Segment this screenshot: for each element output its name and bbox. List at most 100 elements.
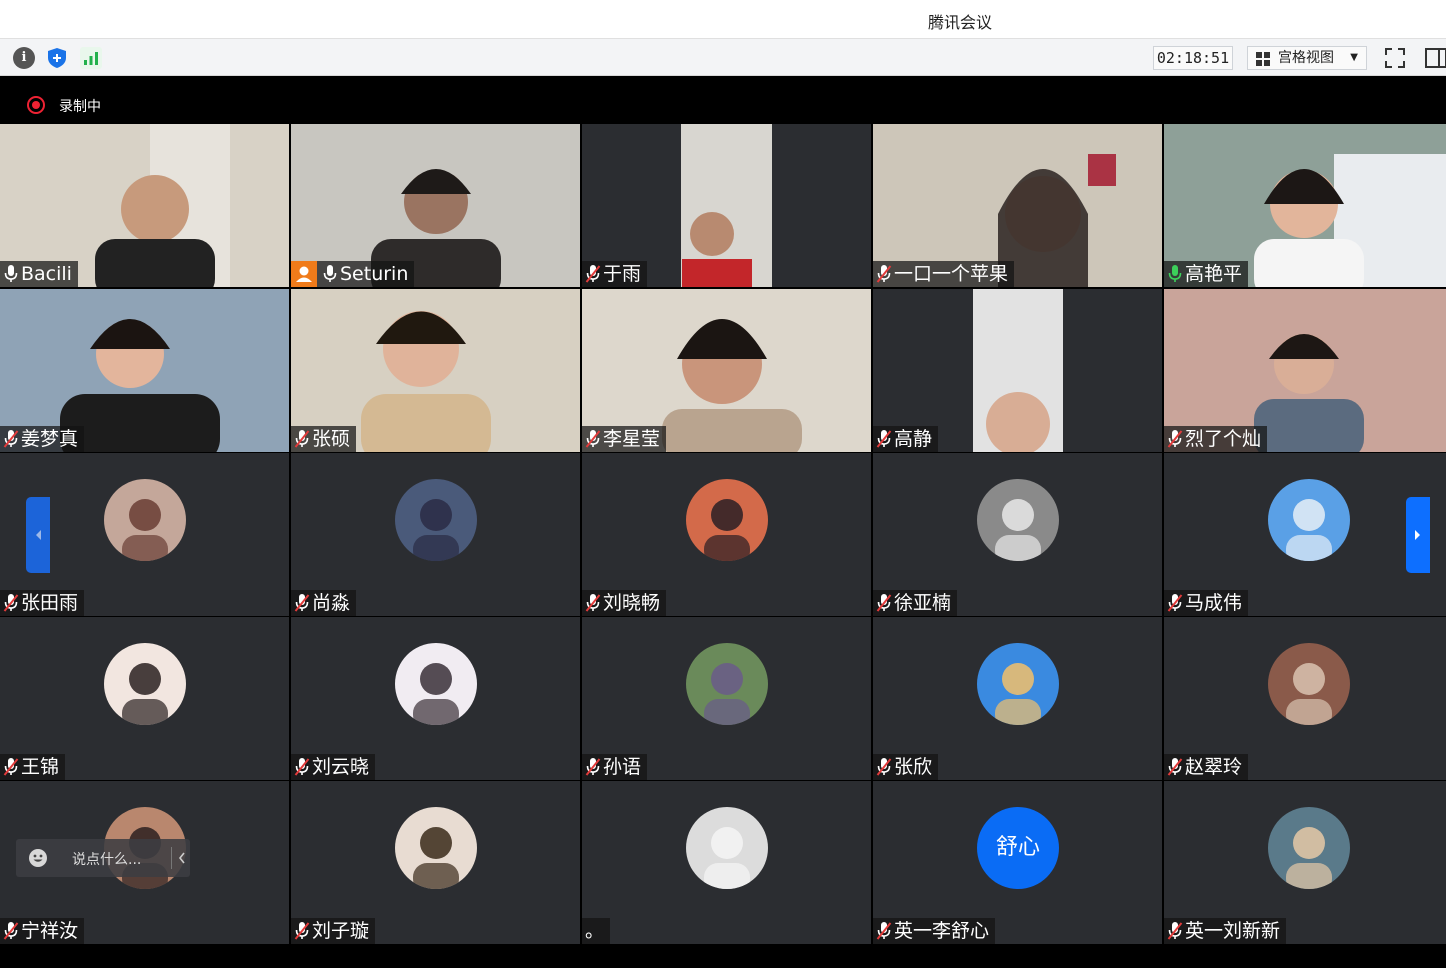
participant-tile[interactable]: Seturin (291, 124, 580, 287)
mic-muted-icon (3, 758, 19, 776)
participant-name: 孙语 (603, 756, 642, 778)
grid-icon (1256, 52, 1270, 66)
prev-page-button[interactable] (26, 497, 50, 573)
participant-avatar (977, 479, 1059, 561)
mic-muted-icon (1167, 430, 1183, 448)
view-mode-label: 宫格视图 (1278, 50, 1334, 66)
participant-name-tag: 张田雨 (0, 590, 85, 616)
participant-avatar (977, 643, 1059, 725)
participant-name: 高静 (894, 428, 933, 450)
participant-name-tag: Bacili (0, 261, 78, 287)
mic-muted-icon (3, 922, 19, 940)
participant-name: 徐亚楠 (894, 592, 952, 614)
caret-down-icon: ▼ (1350, 52, 1358, 63)
participant-tile[interactable]: 姜梦真 (0, 289, 289, 452)
bottom-strip (0, 944, 1446, 968)
participant-name-tag: 烈了个灿 (1164, 426, 1268, 452)
mic-muted-icon (294, 430, 310, 448)
participant-name-tag: 马成伟 (1164, 590, 1249, 616)
mic-icon (323, 265, 337, 282)
participant-tile[interactable]: 赵翠玲 (1164, 617, 1446, 780)
meeting-timer: 02:18:51 (1153, 46, 1233, 70)
participant-tile[interactable]: 高艳平 (1164, 124, 1446, 287)
mic-muted-icon (294, 758, 310, 776)
participant-name: Bacili (21, 263, 72, 285)
mic-muted-icon (294, 594, 310, 612)
next-page-button[interactable] (1406, 497, 1430, 573)
participant-avatar (686, 479, 768, 561)
chat-input[interactable]: 说点什么... (16, 839, 190, 877)
participant-name: 一口一个苹果 (894, 263, 1009, 285)
participant-name: Seturin (340, 263, 409, 285)
participant-name: 刘晓畅 (603, 592, 661, 614)
mic-muted-icon (876, 758, 892, 776)
participant-tile[interactable]: 孙语 (582, 617, 871, 780)
participant-tile[interactable]: 张硕 (291, 289, 580, 452)
participant-name: 尚淼 (312, 592, 351, 614)
info-icon[interactable]: i (13, 47, 35, 69)
participant-tile[interactable]: 。 (582, 781, 871, 944)
participant-name: 宁祥汝 (21, 920, 79, 942)
window-titlebar: 腾讯会议 (0, 0, 1446, 38)
participant-name: 烈了个灿 (1185, 428, 1262, 450)
participant-name-tag: 一口一个苹果 (873, 261, 1015, 287)
participant-name-tag: Seturin (291, 261, 415, 287)
participant-avatar (686, 643, 768, 725)
mic-muted-icon (876, 265, 892, 283)
fullscreen-icon[interactable] (1383, 46, 1407, 70)
participant-avatar (395, 479, 477, 561)
meeting-toolbar: i 02:18:51 宫格视图 ▼ (0, 38, 1446, 76)
view-mode-dropdown[interactable]: 宫格视图 ▼ (1247, 46, 1367, 70)
participant-name-tag: 于雨 (582, 261, 648, 287)
participant-grid: Bacili Seturin 于雨 一口一个苹果 高艳平姜梦真 张硕 李星莹 高静 烈了个灿张田… (0, 124, 1446, 944)
participant-tile[interactable]: 尚淼 (291, 453, 580, 616)
participant-name: 。 (585, 920, 605, 942)
participant-tile[interactable]: 舒心 英一李舒心 (873, 781, 1162, 944)
chevron-left-icon[interactable] (177, 851, 187, 865)
participant-tile[interactable]: 刘云晓 (291, 617, 580, 780)
participant-avatar (395, 807, 477, 889)
signal-icon[interactable] (80, 47, 102, 69)
participant-name-tag: 孙语 (582, 754, 648, 780)
participant-name: 刘云晓 (312, 756, 370, 778)
participant-name: 于雨 (603, 263, 642, 285)
mic-muted-icon (294, 922, 310, 940)
shield-icon[interactable] (46, 47, 68, 69)
participant-tile[interactable]: 徐亚楠 (873, 453, 1162, 616)
participant-tile[interactable]: 马成伟 (1164, 453, 1446, 616)
window-title: 腾讯会议 (927, 13, 992, 32)
mic-icon (1168, 265, 1182, 282)
chevron-left-icon (36, 530, 41, 540)
mic-muted-icon (585, 265, 601, 283)
host-icon (291, 261, 317, 287)
participant-tile[interactable]: 张欣 (873, 617, 1162, 780)
participant-name-tag: 姜梦真 (0, 426, 85, 452)
emoji-icon[interactable] (28, 848, 48, 868)
participant-name-tag: 张硕 (291, 426, 357, 452)
participant-tile[interactable]: 烈了个灿 (1164, 289, 1446, 452)
participant-tile[interactable]: 于雨 (582, 124, 871, 287)
participant-name-tag: 张欣 (873, 754, 939, 780)
record-icon[interactable] (27, 96, 45, 114)
participant-name-tag: 高静 (873, 426, 939, 452)
participant-name-tag: 高艳平 (1164, 261, 1249, 287)
participant-tile[interactable]: 李星莹 (582, 289, 871, 452)
participant-tile[interactable]: Bacili (0, 124, 289, 287)
participant-name-tag: 尚淼 (291, 590, 357, 616)
participant-tile[interactable]: 英一刘新新 (1164, 781, 1446, 944)
participant-name: 王锦 (21, 756, 60, 778)
participant-tile[interactable]: 刘晓畅 (582, 453, 871, 616)
participant-name: 姜梦真 (21, 428, 79, 450)
participant-avatar (1268, 479, 1350, 561)
participant-tile[interactable]: 王锦 (0, 617, 289, 780)
participant-tile[interactable]: 高静 (873, 289, 1162, 452)
participant-name: 张欣 (894, 756, 933, 778)
participant-name-tag: 宁祥汝 (0, 918, 85, 944)
participant-tile[interactable]: 刘子璇 (291, 781, 580, 944)
participant-tile[interactable]: 一口一个苹果 (873, 124, 1162, 287)
mic-muted-icon (876, 430, 892, 448)
participant-avatar: 舒心 (977, 807, 1059, 889)
sidebar-icon[interactable] (1424, 46, 1446, 70)
participant-name-tag: 王锦 (0, 754, 66, 780)
participant-avatar (1268, 807, 1350, 889)
